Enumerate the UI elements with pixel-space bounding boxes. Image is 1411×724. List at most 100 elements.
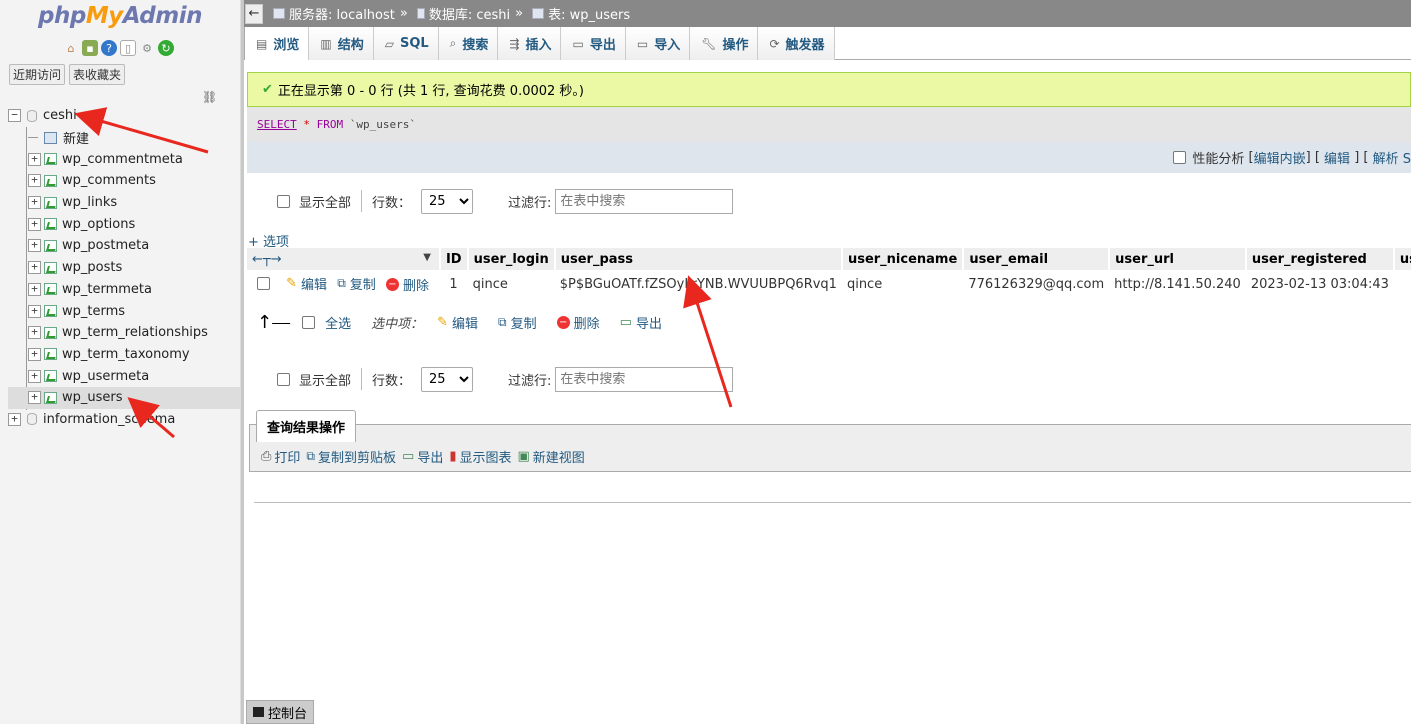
table-item-label[interactable]: wp_links xyxy=(62,195,117,210)
cell-user-pass[interactable]: $P$BGuOATf.fZSOyLrYNB.WVUUBPQ6Rvq1 xyxy=(554,270,842,298)
print-button[interactable]: ⎙ 打印 xyxy=(261,447,300,466)
table-item-label[interactable]: wp_options xyxy=(62,217,135,232)
table-item-label[interactable]: wp_postmeta xyxy=(62,238,149,253)
column-controls[interactable]: ←┬→ ▼ xyxy=(247,248,441,270)
cell-user-email[interactable]: 776126329@qq.com xyxy=(963,270,1110,298)
tab-operations[interactable]: 🔧︎ 操作 xyxy=(690,27,759,60)
table-item-label[interactable]: wp_posts xyxy=(62,260,122,275)
column-header-id[interactable]: ID xyxy=(439,248,469,270)
rows-select[interactable]: 25 xyxy=(421,188,474,214)
tab-structure[interactable]: ▥ 结构 xyxy=(309,27,374,60)
show-all-checkbox[interactable] xyxy=(277,372,290,386)
cell-user-registered[interactable]: 2023-02-13 03:04:43 xyxy=(1245,270,1394,298)
resize-arrows-icon[interactable]: ←┬→ xyxy=(252,252,282,267)
home-icon[interactable]: ⌂ xyxy=(63,40,79,56)
link-chain-icon[interactable]: ⛓ xyxy=(202,90,217,104)
docs-icon[interactable]: ▯ xyxy=(120,40,136,56)
select-all-label[interactable]: 全选 xyxy=(325,313,351,332)
select-all-checkbox[interactable] xyxy=(302,316,316,329)
row-edit-button[interactable]: ✎ 编辑 xyxy=(286,274,327,293)
display-chart-button[interactable]: ▮ 显示图表 xyxy=(449,447,511,466)
column-header-user-activation[interactable]: user_a xyxy=(1393,248,1411,270)
show-all-checkbox[interactable] xyxy=(277,194,290,208)
table-item-label[interactable]: wp_term_relationships xyxy=(62,325,208,340)
tab-triggers[interactable]: ⟳ 触发器 xyxy=(758,27,835,60)
export-button[interactable]: ▭ 导出 xyxy=(402,447,443,466)
expand-icon[interactable]: + xyxy=(28,391,41,405)
collapse-panel-button[interactable]: ← xyxy=(245,3,263,24)
table-item-label[interactable]: wp_users xyxy=(62,390,123,405)
edit-link[interactable]: 编辑 xyxy=(1324,148,1350,167)
breadcrumb-table[interactable]: 表: wp_users xyxy=(548,4,630,23)
column-header-user-pass[interactable]: user_pass xyxy=(554,248,843,270)
table-item-wp-termmeta[interactable]: + wp_termmeta xyxy=(8,279,241,301)
table-item-label[interactable]: wp_comments xyxy=(62,173,156,188)
expand-icon[interactable]: + xyxy=(28,261,41,275)
help-icon[interactable]: ? xyxy=(101,40,117,56)
cell-user-url[interactable]: http://8.141.50.240 xyxy=(1109,270,1246,298)
breadcrumb-server[interactable]: 服务器: localhost xyxy=(289,4,395,23)
table-item-wp-term-relationships[interactable]: + wp_term_relationships xyxy=(8,322,241,344)
table-item-wp-term-taxonomy[interactable]: + wp_term_taxonomy xyxy=(8,344,241,366)
table-item-label[interactable]: wp_term_taxonomy xyxy=(62,347,190,362)
phpmyadmin-logo[interactable]: phpMyAdmin xyxy=(38,3,202,29)
collapse-icon[interactable]: − xyxy=(8,109,21,123)
filter-input[interactable] xyxy=(555,188,734,214)
column-header-user-nicename[interactable]: user_nicename xyxy=(841,248,965,270)
new-table-label[interactable]: 新建 xyxy=(63,128,89,147)
show-all-label[interactable]: 显示全部 xyxy=(299,192,351,211)
expand-icon[interactable]: + xyxy=(28,239,41,253)
tab-search[interactable]: ⌕ 搜索 xyxy=(438,27,499,60)
tab-browse[interactable]: ▤ 浏览 xyxy=(244,27,310,60)
edit-inline-link[interactable]: 编辑内嵌 xyxy=(1254,148,1306,167)
filter-input[interactable] xyxy=(555,366,734,392)
cell-user-login[interactable]: qince xyxy=(467,270,555,298)
recent-button[interactable]: 近期访问 xyxy=(9,64,66,85)
console-toggle[interactable]: 控制台 xyxy=(246,700,314,724)
logout-icon[interactable]: ▪ xyxy=(82,40,98,56)
tab-import[interactable]: ▭ 导入 xyxy=(625,27,691,60)
expand-icon[interactable]: + xyxy=(8,412,21,426)
table-item-wp-comments[interactable]: + wp_comments xyxy=(8,170,241,192)
row-copy-button[interactable]: ⧉ 复制 xyxy=(337,274,376,293)
profiling-checkbox[interactable] xyxy=(1173,151,1187,164)
copy-to-clipboard-button[interactable]: ⧉ 复制到剪贴板 xyxy=(306,447,396,466)
expand-icon[interactable]: + xyxy=(28,196,41,210)
sort-dropdown-icon[interactable]: ▼ xyxy=(423,252,431,263)
expand-icon[interactable]: + xyxy=(28,326,41,340)
rows-select[interactable]: 25 xyxy=(421,366,474,392)
breadcrumb-database[interactable]: 数据库: ceshi xyxy=(429,4,510,23)
table-item-wp-postmeta[interactable]: + wp_postmeta xyxy=(8,235,241,257)
row-checkbox[interactable] xyxy=(257,277,270,290)
bulk-delete-button[interactable]: − 删除 xyxy=(556,313,600,332)
column-header-user-email[interactable]: user_email xyxy=(963,248,1111,270)
sql-keyword-select[interactable]: SELECT xyxy=(257,118,297,131)
db-ceshi-label[interactable]: ceshi xyxy=(43,108,77,123)
explain-link[interactable]: 解析 S xyxy=(1373,148,1411,167)
expand-icon[interactable]: + xyxy=(28,304,41,318)
table-item-label[interactable]: wp_usermeta xyxy=(62,369,149,384)
table-item-wp-links[interactable]: + wp_links xyxy=(8,192,241,214)
show-all-label[interactable]: 显示全部 xyxy=(299,370,351,389)
cell-user-nicename[interactable]: qince xyxy=(841,270,964,298)
table-item-label[interactable]: wp_termmeta xyxy=(62,282,152,297)
settings-gear-icon[interactable]: ⚙ xyxy=(139,40,155,56)
row-delete-button[interactable]: − 删除 xyxy=(385,275,429,294)
table-item-wp-users[interactable]: + wp_users xyxy=(8,386,241,409)
table-item-label[interactable]: wp_commentmeta xyxy=(62,152,183,167)
bulk-edit-button[interactable]: ✎ 编辑 xyxy=(437,313,478,332)
bulk-copy-button[interactable]: ⧉ 复制 xyxy=(498,313,537,332)
bulk-export-button[interactable]: ▭ 导出 xyxy=(620,313,662,332)
cell-id[interactable]: 1 xyxy=(439,270,468,298)
expand-icon[interactable]: + xyxy=(28,347,41,361)
expand-icon[interactable]: + xyxy=(28,217,41,231)
expand-icon[interactable]: + xyxy=(28,369,41,383)
expand-icon[interactable]: + xyxy=(28,152,41,166)
tab-export[interactable]: ▭ 导出 xyxy=(561,27,626,60)
reload-icon[interactable]: ↻ xyxy=(158,40,174,56)
expand-icon[interactable]: + xyxy=(28,282,41,296)
table-item-wp-terms[interactable]: + wp_terms xyxy=(8,300,241,322)
table-item-wp-posts[interactable]: + wp_posts xyxy=(8,257,241,279)
expand-icon[interactable]: + xyxy=(28,174,41,188)
tab-insert[interactable]: ⇶ 插入 xyxy=(498,27,562,60)
